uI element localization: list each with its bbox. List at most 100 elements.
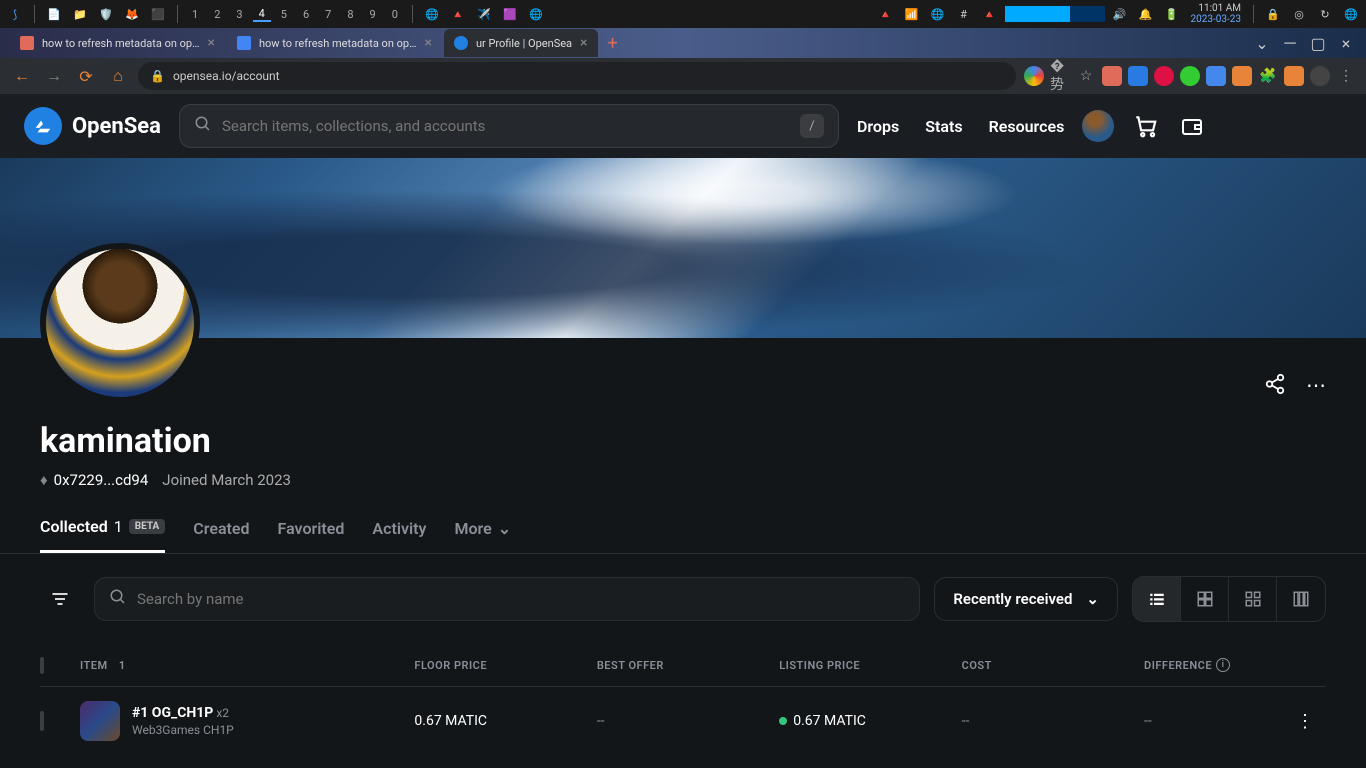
app-icon[interactable]: 🦊 <box>121 3 143 25</box>
workspace-1[interactable]: 1 <box>186 8 204 21</box>
wallet-address[interactable]: ♦ 0x7229...cd94 <box>40 471 148 489</box>
notifications-icon[interactable]: 🔔 <box>1135 3 1157 25</box>
logo[interactable]: OpenSea <box>24 107 161 145</box>
ext-icon[interactable] <box>1102 66 1122 86</box>
ext-icon[interactable] <box>1180 66 1200 86</box>
wifi-icon[interactable]: 📶 <box>901 3 923 25</box>
row-checkbox[interactable] <box>40 711 44 731</box>
tab-collected[interactable]: Collected 1 BETA <box>40 517 165 553</box>
nav-stats[interactable]: Stats <box>925 117 962 136</box>
nav-drops[interactable]: Drops <box>857 117 899 136</box>
workspace-5[interactable]: 5 <box>275 8 293 21</box>
lock-icon[interactable]: 🔒 <box>1262 3 1284 25</box>
workspace-8[interactable]: 8 <box>341 8 359 21</box>
bookmark-icon[interactable]: ☆ <box>1076 66 1096 86</box>
username: kamination <box>40 421 1326 461</box>
item-thumbnail[interactable] <box>80 701 120 741</box>
favicon <box>237 36 251 50</box>
name-search-input[interactable] <box>137 590 905 608</box>
select-all-checkbox[interactable] <box>40 657 44 674</box>
power-icon[interactable]: ↻ <box>1314 3 1336 25</box>
floor-price: 0.67 MATIC <box>414 713 596 729</box>
profile-icon[interactable] <box>1310 66 1330 86</box>
table-row[interactable]: #1 OG_CH1Px2 Web3Games CH1P 0.67 MATIC -… <box>40 687 1326 755</box>
close-button[interactable]: × <box>1336 33 1356 53</box>
app-icon[interactable]: 📄 <box>43 3 65 25</box>
app-icon[interactable]: ⬛ <box>147 3 169 25</box>
workspace-2[interactable]: 2 <box>208 8 226 21</box>
back-button[interactable]: ← <box>10 64 34 88</box>
view-grid-large-icon[interactable] <box>1181 577 1229 621</box>
ext-icon[interactable] <box>1128 66 1148 86</box>
workspace-9[interactable]: 9 <box>364 8 382 21</box>
home-button[interactable]: ⌂ <box>106 64 130 88</box>
sort-dropdown[interactable]: Recently received ⌄ <box>934 577 1118 621</box>
vlc-icon[interactable]: 🔺 <box>875 3 897 25</box>
share-icon[interactable]: �势 <box>1050 66 1070 86</box>
profile-avatar[interactable] <box>40 243 200 403</box>
search-icon <box>109 588 127 610</box>
chrome-icon[interactable]: 🌐 <box>927 3 949 25</box>
slack-icon[interactable]: # <box>953 3 975 25</box>
telegram-icon[interactable]: ✈️ <box>473 3 495 25</box>
ext-icon[interactable] <box>1284 66 1304 86</box>
search-input[interactable] <box>222 117 790 135</box>
user-avatar[interactable] <box>1082 110 1114 142</box>
url-input[interactable]: 🔒 opensea.io/account <box>138 62 1016 90</box>
battery-icon[interactable]: 🔋 <box>1161 3 1183 25</box>
ext-icon[interactable] <box>1206 66 1226 86</box>
ext-icon[interactable] <box>1154 66 1174 86</box>
tab-more[interactable]: More ⌄ <box>454 517 511 553</box>
os-menu-icon[interactable]: ⟆ <box>4 3 26 25</box>
tab-favorited[interactable]: Favorited <box>278 517 345 553</box>
maximize-button[interactable]: ▢ <box>1308 33 1328 53</box>
extensions-icon[interactable]: 🧩 <box>1258 66 1278 86</box>
chrome-icon[interactable]: 🌐 <box>1340 3 1362 25</box>
menu-icon[interactable]: ⋮ <box>1336 66 1356 86</box>
google-icon[interactable] <box>1024 66 1044 86</box>
view-grid-small-icon[interactable] <box>1229 577 1277 621</box>
filter-button[interactable] <box>40 577 80 621</box>
nav-resources[interactable]: Resources <box>989 117 1065 136</box>
view-list-icon[interactable] <box>1133 577 1181 621</box>
reload-button[interactable]: ⟳ <box>74 64 98 88</box>
workspace-4[interactable]: 4 <box>253 7 271 22</box>
browser-tab[interactable]: how to refresh metadata on op… × <box>227 29 442 57</box>
share-button[interactable] <box>1264 373 1286 400</box>
tab-activity[interactable]: Activity <box>372 517 426 553</box>
browser-tab[interactable]: how to refresh metadata on op… × <box>10 29 225 57</box>
app-icon[interactable]: 🟪 <box>499 3 521 25</box>
vlc-icon[interactable]: 🔺 <box>979 3 1001 25</box>
view-columns-icon[interactable] <box>1277 577 1325 621</box>
cart-icon[interactable] <box>1132 112 1160 140</box>
wallet-icon[interactable] <box>1178 112 1206 140</box>
workspace-7[interactable]: 7 <box>319 8 337 21</box>
info-icon[interactable]: i <box>1216 658 1230 672</box>
target-icon[interactable]: ◎ <box>1288 3 1310 25</box>
more-button[interactable]: ⋯ <box>1306 373 1326 400</box>
row-menu-button[interactable]: ⋮ <box>1296 711 1314 732</box>
workspace-3[interactable]: 3 <box>230 8 248 21</box>
tabs-dropdown-icon[interactable]: ⌄ <box>1252 33 1272 53</box>
workspace-0[interactable]: 0 <box>386 8 404 21</box>
close-icon[interactable]: × <box>580 35 587 51</box>
favicon <box>20 36 34 50</box>
app-icon[interactable]: 📁 <box>69 3 91 25</box>
browser-tab-active[interactable]: ur Profile | OpenSea × <box>444 29 598 57</box>
tab-created[interactable]: Created <box>193 517 249 553</box>
new-tab-button[interactable]: + <box>608 33 618 54</box>
chrome-icon[interactable]: 🌐 <box>525 3 547 25</box>
app-icon[interactable]: 🛡️ <box>95 3 117 25</box>
forward-button[interactable]: → <box>42 64 66 88</box>
name-search[interactable] <box>94 577 920 621</box>
clock: 11:01 AM 2023-03-23 <box>1187 3 1246 25</box>
workspace-6[interactable]: 6 <box>297 8 315 21</box>
close-icon[interactable]: × <box>424 35 431 51</box>
close-icon[interactable]: × <box>207 35 214 51</box>
minimize-button[interactable]: ─ <box>1280 33 1300 53</box>
volume-icon[interactable]: 🔊 <box>1109 3 1131 25</box>
global-search[interactable]: / <box>179 104 839 148</box>
vlc-icon[interactable]: 🔺 <box>447 3 469 25</box>
ext-icon[interactable] <box>1232 66 1252 86</box>
chrome-icon[interactable]: 🌐 <box>421 3 443 25</box>
